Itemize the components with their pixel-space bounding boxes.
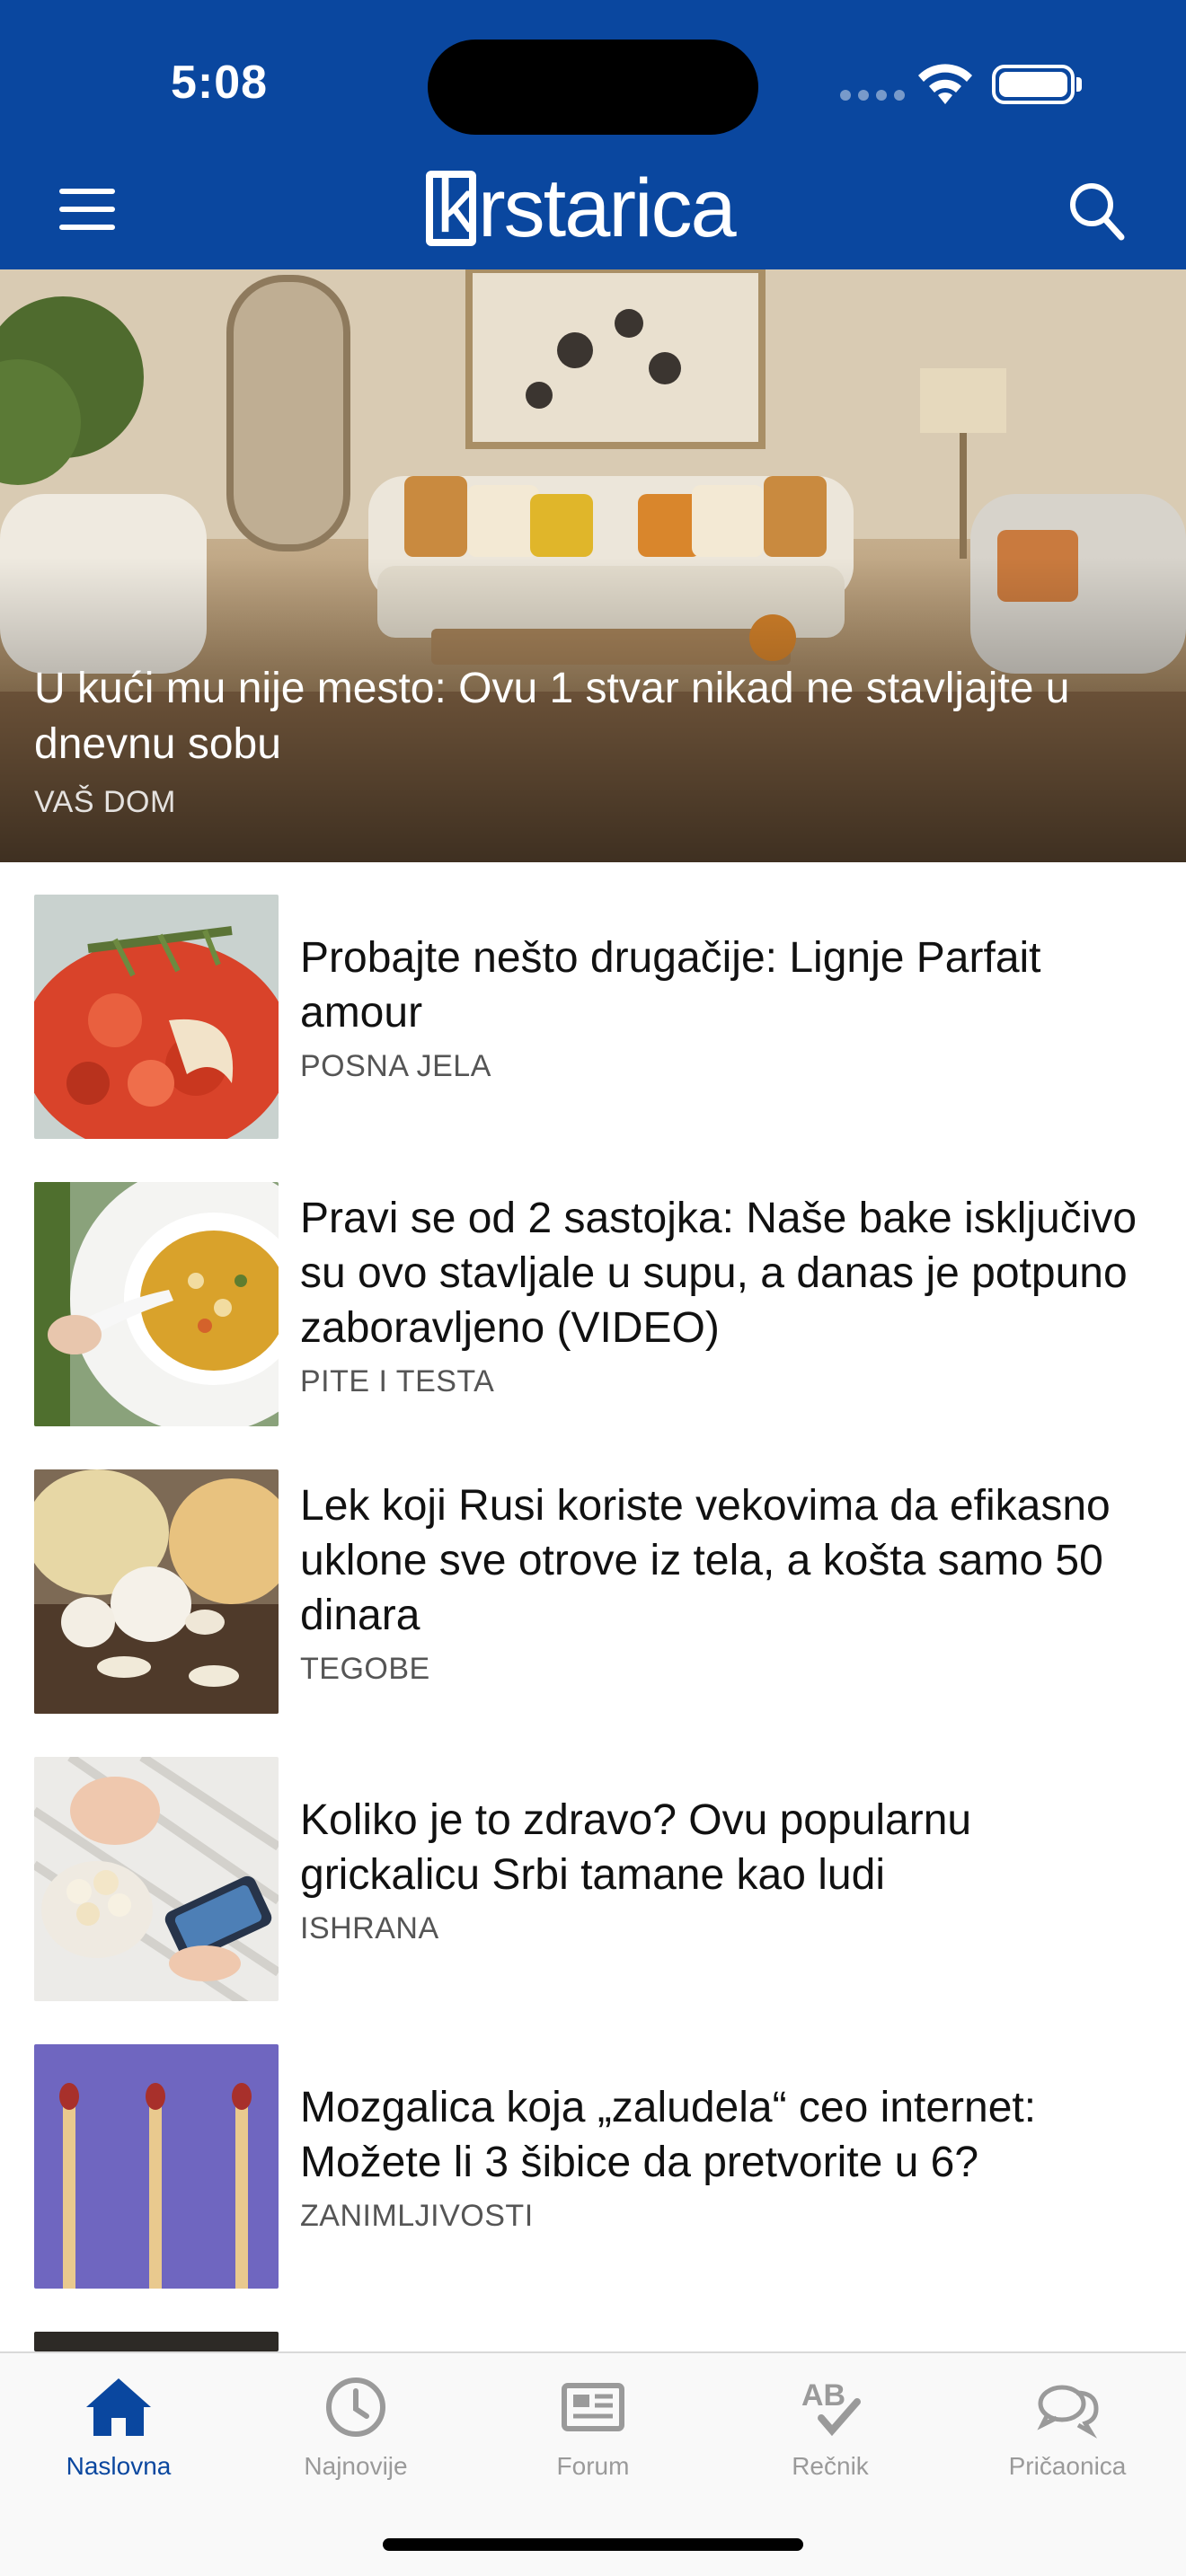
popcorn-icon xyxy=(34,1757,279,2001)
logo-text: rstarica xyxy=(478,162,737,254)
article-title[interactable]: Lek koji Rusi koriste vekovima da efikas… xyxy=(300,1478,1154,1643)
next-article-thumb xyxy=(34,2332,279,2351)
matches-icon xyxy=(34,2044,279,2289)
article-title[interactable]: Mozgalica koja „zaludela“ ceo internet: … xyxy=(300,2080,1154,2190)
wifi-icon xyxy=(918,64,972,104)
hero-category: VAŠ DOM xyxy=(34,785,176,819)
article-category: PITE I TESTA xyxy=(300,1364,495,1398)
tab-forum[interactable]: Forum xyxy=(485,2371,701,2506)
svg-text:AB: AB xyxy=(801,2378,845,2413)
krstarica-logo[interactable]: rstarica xyxy=(426,162,737,254)
hero-title[interactable]: U kući mu nije mesto: Ovu 1 stvar nikad … xyxy=(34,661,1166,772)
search-icon[interactable] xyxy=(1067,180,1125,243)
soup-bowl-icon xyxy=(34,1182,279,1426)
tab-recnik[interactable]: AB Rečnik xyxy=(722,2371,938,2506)
battery-icon xyxy=(992,65,1082,104)
tab-naslovna[interactable]: Naslovna xyxy=(11,2371,226,2506)
article-item[interactable]: Probajte nešto drugačije: Lignje Parfait… xyxy=(0,895,1186,1182)
article-category: ISHRANA xyxy=(300,1911,439,1945)
squid-dish-icon xyxy=(34,895,279,1139)
article-category: POSNA JELA xyxy=(300,1049,491,1083)
article-item[interactable]: Lek koji Rusi koriste vekovima da efikas… xyxy=(0,1469,1186,1757)
hero-article[interactable]: U kući mu nije mesto: Ovu 1 stvar nikad … xyxy=(0,269,1186,862)
article-item[interactable]: Koliko je to zdravo? Ovu popularnu grick… xyxy=(0,1757,1186,2044)
article-title[interactable]: Koliko je to zdravo? Ovu popularnu grick… xyxy=(300,1793,1154,1902)
tab-label: Rečnik xyxy=(792,2452,869,2480)
app-header: 5:08 rstarica xyxy=(0,0,1186,269)
article-item[interactable]: Mozgalica koja „zaludela“ ceo internet: … xyxy=(0,2044,1186,2332)
cellular-signal-icon xyxy=(840,90,905,101)
chat-bubbles-icon xyxy=(1037,2385,1099,2439)
newspaper-icon xyxy=(562,2383,624,2431)
article-item[interactable]: Pravi se od 2 sastojka: Naše bake isklju… xyxy=(0,1182,1186,1469)
menu-button[interactable] xyxy=(59,189,115,230)
clock-icon xyxy=(326,2378,385,2437)
article-title[interactable]: Probajte nešto drugačije: Lignje Parfait… xyxy=(300,931,1154,1040)
tab-label: Najnovije xyxy=(304,2452,408,2480)
article-category: TEGOBE xyxy=(300,1652,430,1686)
tab-label: Forum xyxy=(556,2452,630,2480)
dynamic-island xyxy=(428,40,758,135)
home-indicator xyxy=(383,2538,803,2551)
status-time: 5:08 xyxy=(171,57,269,109)
tab-label: Naslovna xyxy=(66,2452,172,2480)
dictionary-check-icon: AB xyxy=(801,2378,861,2437)
tab-najnovije[interactable]: Najnovije xyxy=(248,2371,464,2506)
tab-pricaonica[interactable]: Pričaonica xyxy=(960,2371,1175,2506)
home-icon xyxy=(86,2378,151,2436)
article-category: ZANIMLJIVOSTI xyxy=(300,2199,534,2233)
article-title[interactable]: Pravi se od 2 sastojka: Naše bake isklju… xyxy=(300,1191,1154,1355)
tab-label: Pričaonica xyxy=(1008,2452,1127,2480)
onion-garlic-icon xyxy=(34,1469,279,1714)
logo-k-mark xyxy=(426,162,476,251)
